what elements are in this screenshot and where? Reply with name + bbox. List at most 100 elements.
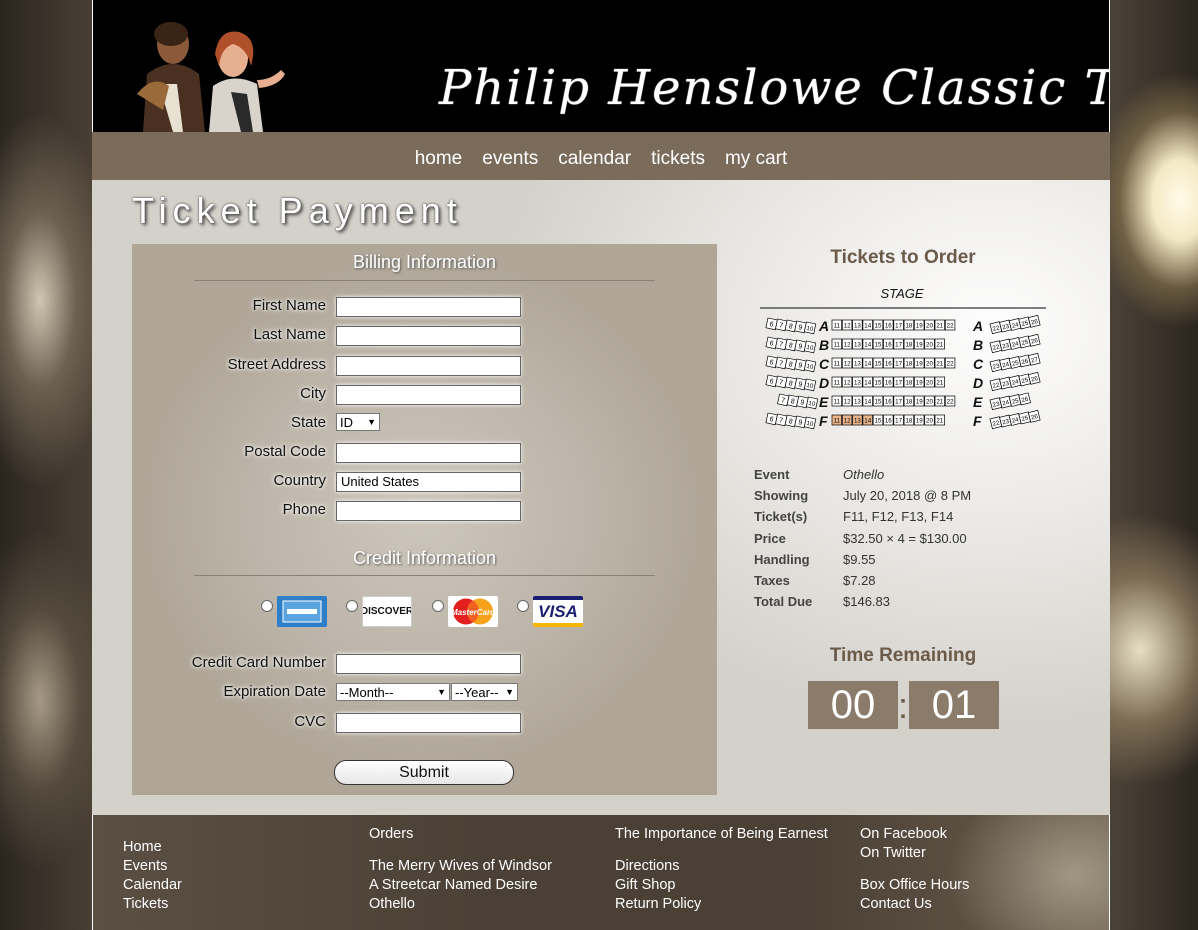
nav-home[interactable]: home	[405, 148, 473, 170]
seat-E15[interactable]: 15	[872, 395, 884, 407]
seat-C18[interactable]: 18	[903, 357, 915, 369]
seat-A26[interactable]: 26	[1027, 314, 1041, 328]
seat-B21[interactable]: 21	[934, 338, 945, 350]
seat-C14[interactable]: 14	[862, 357, 873, 369]
seat-C27[interactable]: 27	[1027, 352, 1041, 366]
seat-A18[interactable]: 18	[903, 319, 915, 331]
footer-link-events[interactable]: Events	[123, 858, 167, 874]
seat-A13[interactable]: 13	[852, 319, 863, 331]
footer-link-facebook[interactable]: On Facebook	[860, 826, 947, 842]
seat-F19[interactable]: 19	[914, 414, 925, 426]
seat-D10[interactable]: 10	[803, 378, 817, 392]
seat-A22[interactable]: 22	[944, 319, 956, 331]
seat-D17[interactable]: 17	[893, 376, 904, 388]
footer-link-orders[interactable]: Orders	[369, 826, 413, 842]
seat-D16[interactable]: 16	[883, 376, 894, 388]
seat-F11[interactable]: 11	[831, 414, 842, 426]
seat-D11[interactable]: 11	[831, 376, 842, 388]
seat-F10[interactable]: 10	[803, 416, 817, 430]
seat-B15[interactable]: 15	[872, 338, 884, 350]
seat-D18[interactable]: 18	[903, 376, 915, 388]
street-address-input[interactable]	[336, 356, 521, 376]
seat-B12[interactable]: 12	[841, 338, 853, 350]
seat-E12[interactable]: 12	[841, 395, 853, 407]
seat-C19[interactable]: 19	[914, 357, 925, 369]
seat-F20[interactable]: 20	[924, 414, 935, 426]
seat-C10[interactable]: 10	[803, 359, 817, 373]
seat-F21[interactable]: 21	[934, 414, 945, 426]
seat-C17[interactable]: 17	[893, 357, 904, 369]
seat-E22[interactable]: 22	[944, 395, 956, 407]
seat-E20[interactable]: 20	[924, 395, 935, 407]
cvc-input[interactable]	[336, 713, 521, 733]
seat-E11[interactable]: 11	[831, 395, 842, 407]
first-name-input[interactable]	[336, 297, 521, 317]
footer-link-home[interactable]: Home	[123, 839, 162, 855]
seat-D12[interactable]: 12	[841, 376, 853, 388]
seat-C22[interactable]: 22	[944, 357, 956, 369]
footer-link-merry-wives[interactable]: The Merry Wives of Windsor	[369, 858, 552, 874]
seat-B19[interactable]: 19	[914, 338, 925, 350]
state-select[interactable]: ID ▼	[336, 413, 380, 431]
submit-button[interactable]: Submit	[334, 760, 514, 785]
mastercard-radio[interactable]	[432, 600, 444, 612]
seat-D19[interactable]: 19	[914, 376, 925, 388]
country-input[interactable]: United States	[336, 472, 521, 492]
card-number-input[interactable]	[336, 654, 521, 674]
seat-F14[interactable]: 14	[862, 414, 873, 426]
seat-C16[interactable]: 16	[883, 357, 894, 369]
seat-A16[interactable]: 16	[883, 319, 894, 331]
seat-E14[interactable]: 14	[862, 395, 873, 407]
seat-F13[interactable]: 13	[852, 414, 863, 426]
last-name-input[interactable]	[336, 326, 521, 346]
footer-link-gift-shop[interactable]: Gift Shop	[615, 877, 675, 893]
seat-C11[interactable]: 11	[831, 357, 842, 369]
seat-E17[interactable]: 17	[893, 395, 904, 407]
seat-E16[interactable]: 16	[883, 395, 894, 407]
seat-C12[interactable]: 12	[841, 357, 853, 369]
seat-D26[interactable]: 26	[1027, 371, 1041, 385]
footer-link-directions[interactable]: Directions	[615, 858, 679, 874]
seat-A19[interactable]: 19	[914, 319, 925, 331]
footer-link-box-office-hours[interactable]: Box Office Hours	[860, 877, 969, 893]
seat-A21[interactable]: 21	[934, 319, 945, 331]
seat-A10[interactable]: 10	[803, 321, 817, 335]
seat-F12[interactable]: 12	[841, 414, 853, 426]
seat-D13[interactable]: 13	[852, 376, 863, 388]
nav-tickets[interactable]: tickets	[641, 148, 715, 170]
seat-A20[interactable]: 20	[924, 319, 935, 331]
phone-input[interactable]	[336, 501, 521, 521]
seat-A14[interactable]: 14	[862, 319, 873, 331]
seat-D15[interactable]: 15	[872, 376, 884, 388]
nav-calendar[interactable]: calendar	[548, 148, 641, 170]
seat-B18[interactable]: 18	[903, 338, 915, 350]
seat-C20[interactable]: 20	[924, 357, 935, 369]
seat-B20[interactable]: 20	[924, 338, 935, 350]
seat-D21[interactable]: 21	[934, 376, 945, 388]
footer-link-tickets[interactable]: Tickets	[123, 896, 168, 912]
seat-B17[interactable]: 17	[893, 338, 904, 350]
visa-radio[interactable]	[517, 600, 529, 612]
seat-A15[interactable]: 15	[872, 319, 884, 331]
footer-link-contact-us[interactable]: Contact Us	[860, 896, 932, 912]
discover-radio[interactable]	[346, 600, 358, 612]
expiration-year-select[interactable]: --Year-- ▼	[451, 683, 518, 701]
seat-E10[interactable]: 10	[805, 396, 819, 410]
seat-E18[interactable]: 18	[903, 395, 915, 407]
seat-D14[interactable]: 14	[862, 376, 873, 388]
seat-A12[interactable]: 12	[841, 319, 853, 331]
seat-E21[interactable]: 21	[934, 395, 945, 407]
seat-B13[interactable]: 13	[852, 338, 863, 350]
seat-F16[interactable]: 16	[883, 414, 894, 426]
amex-radio[interactable]	[261, 600, 273, 612]
expiration-month-select[interactable]: --Month-- ▼	[336, 683, 450, 701]
seat-F26[interactable]: 26	[1027, 409, 1041, 423]
nav-my-cart[interactable]: my cart	[715, 148, 797, 170]
seat-E19[interactable]: 19	[914, 395, 925, 407]
city-input[interactable]	[336, 385, 521, 405]
footer-link-twitter[interactable]: On Twitter	[860, 845, 926, 861]
seat-C15[interactable]: 15	[872, 357, 884, 369]
footer-link-othello[interactable]: Othello	[369, 896, 415, 912]
seat-B26[interactable]: 26	[1027, 333, 1041, 347]
seat-C13[interactable]: 13	[852, 357, 863, 369]
